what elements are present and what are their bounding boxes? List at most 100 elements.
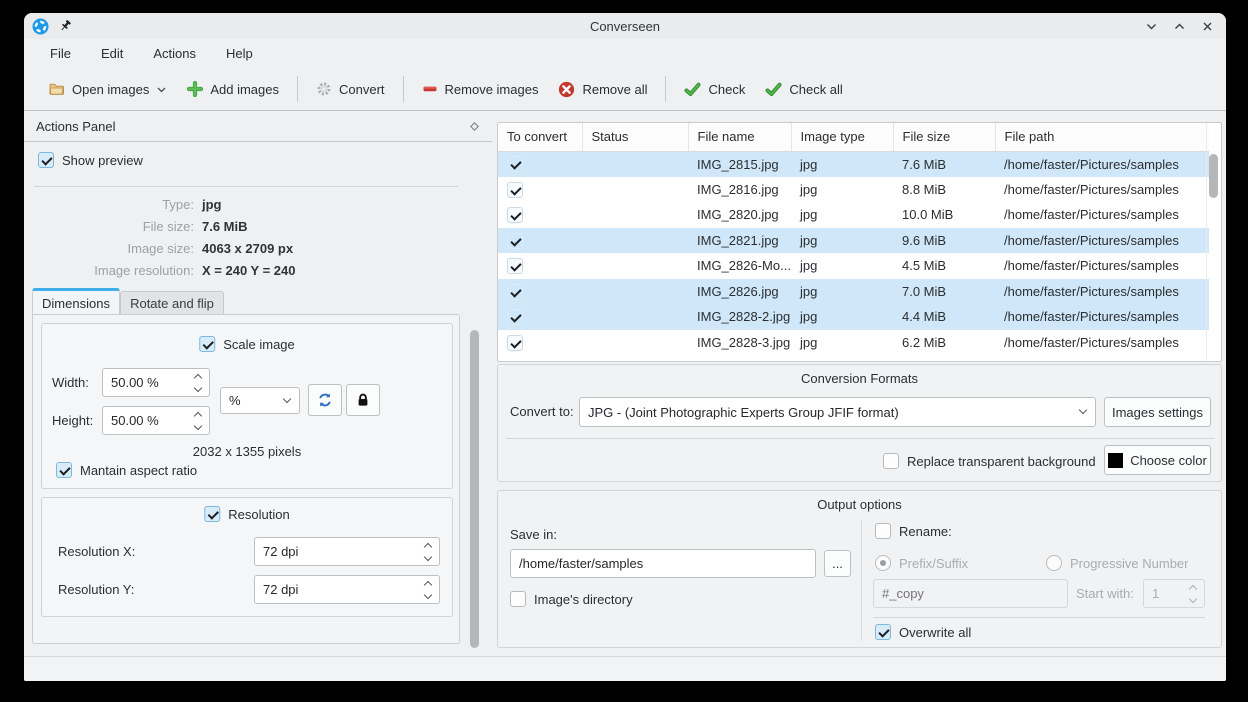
table-row[interactable]: IMG_2828-3.jpgjpg6.2 MiB/home/faster/Pic…	[498, 330, 1209, 356]
lock-aspect-button[interactable]	[346, 384, 380, 416]
col-file-path[interactable]: File path	[995, 123, 1209, 151]
resolution-x-spinbox[interactable]	[254, 537, 440, 566]
format-value: JPG - (Joint Photographic Experts Group …	[588, 405, 899, 420]
status-cell	[582, 151, 688, 177]
scale-image-checkbox[interactable]: Scale image	[199, 336, 295, 352]
maintain-aspect-checkbox[interactable]: Mantain aspect ratio	[56, 462, 197, 478]
browse-button[interactable]: ...	[824, 550, 851, 577]
check-button[interactable]: Check	[674, 76, 755, 103]
table-scrollbar[interactable]	[1209, 154, 1218, 198]
spin-down-icon[interactable]	[193, 421, 201, 429]
check-icon	[684, 82, 701, 97]
row-checkbox[interactable]	[507, 309, 523, 325]
table-row[interactable]: IMG_2821.jpgjpg9.6 MiB/home/faster/Pictu…	[498, 228, 1209, 254]
rename-pattern-field[interactable]	[873, 579, 1068, 608]
col-file-size[interactable]: File size	[893, 123, 995, 151]
maximize-button[interactable]	[1170, 17, 1188, 35]
resolution-x-input[interactable]	[255, 538, 439, 565]
unit-combobox[interactable]: %	[220, 387, 300, 414]
col-status[interactable]: Status	[582, 123, 688, 151]
height-spinbox[interactable]	[102, 406, 210, 435]
file-size-cell: 7.6 MiB	[893, 151, 995, 177]
remove-images-button[interactable]: Remove images	[412, 75, 549, 103]
table-row[interactable]: IMG_2815.jpgjpg7.6 MiB/home/faster/Pictu…	[498, 151, 1209, 177]
table-row[interactable]: IMG_2816.jpgjpg8.8 MiB/home/faster/Pictu…	[498, 177, 1209, 203]
menu-help[interactable]: Help	[226, 46, 253, 61]
resolution-y-spinbox[interactable]	[254, 575, 440, 604]
desktop-background: Converseen File Edit Actions Help Open i…	[0, 0, 1248, 702]
save-path-field[interactable]	[510, 549, 816, 578]
menu-edit[interactable]: Edit	[101, 46, 123, 61]
col-file-name[interactable]: File name	[688, 123, 791, 151]
rename-checkbox[interactable]: Rename:	[875, 523, 952, 539]
row-checkbox[interactable]	[507, 156, 523, 172]
rename-pattern-input[interactable]	[874, 580, 1067, 607]
swap-dimensions-button[interactable]	[308, 384, 342, 416]
spin-down-icon[interactable]	[1188, 594, 1196, 602]
menu-file[interactable]: File	[50, 46, 71, 61]
show-preview-checkbox[interactable]: Show preview	[38, 152, 143, 168]
open-images-button[interactable]: Open images	[38, 75, 177, 103]
spin-up-icon[interactable]	[193, 373, 201, 381]
file-size-value: 7.6 MiB	[202, 219, 464, 234]
choose-color-button[interactable]: Choose color	[1104, 445, 1211, 475]
spin-up-icon[interactable]	[423, 542, 431, 550]
to-convert-cell	[498, 279, 582, 305]
divider	[34, 186, 458, 187]
save-path-input[interactable]	[511, 550, 815, 577]
table-row[interactable]: IMG_2826.jpgjpg7.0 MiB/home/faster/Pictu…	[498, 279, 1209, 305]
width-spinbox[interactable]	[102, 368, 210, 397]
toolbar-separator	[403, 76, 404, 102]
convert-button[interactable]: Convert	[306, 75, 395, 103]
chevron-down-icon	[156, 85, 167, 94]
row-checkbox[interactable]	[507, 233, 523, 249]
spin-up-icon[interactable]	[1188, 584, 1196, 592]
actions-panel-title: Actions Panel	[36, 119, 116, 134]
row-checkbox[interactable]	[507, 284, 523, 300]
row-checkbox[interactable]	[507, 258, 523, 274]
tab-rotate-and-flip[interactable]: Rotate and flip	[120, 291, 224, 315]
to-convert-cell	[498, 177, 582, 203]
titlebar[interactable]: Converseen	[24, 13, 1226, 39]
spin-down-icon[interactable]	[423, 552, 431, 560]
type-label: Type:	[34, 197, 194, 212]
toolbar-separator	[665, 76, 666, 102]
image-type-cell: jpg	[791, 177, 893, 203]
overwrite-all-checkbox[interactable]: Overwrite all	[875, 624, 971, 640]
close-button[interactable]	[1198, 17, 1216, 35]
remove-all-button[interactable]: Remove all	[548, 75, 657, 104]
start-with-spinbox[interactable]	[1143, 579, 1205, 608]
table-row[interactable]: IMG_2820.jpgjpg10.0 MiB/home/faster/Pict…	[498, 202, 1209, 228]
minimize-button[interactable]	[1142, 17, 1160, 35]
row-checkbox[interactable]	[507, 207, 523, 223]
image-type-cell: jpg	[791, 253, 893, 279]
resolution-checkbox[interactable]: Resolution	[204, 506, 289, 522]
replace-background-checkbox[interactable]: Replace transparent background	[883, 453, 1096, 469]
menu-actions[interactable]: Actions	[153, 46, 196, 61]
prefix-suffix-radio[interactable]: Prefix/Suffix	[875, 555, 968, 571]
spin-down-icon[interactable]	[423, 590, 431, 598]
row-checkbox[interactable]	[507, 182, 523, 198]
format-combobox[interactable]: JPG - (Joint Photographic Experts Group …	[579, 397, 1096, 427]
divider	[506, 438, 1215, 439]
table-row[interactable]: IMG_2826-Mo...jpg4.5 MiB/home/faster/Pic…	[498, 253, 1209, 279]
spin-up-icon[interactable]	[423, 580, 431, 588]
col-image-type[interactable]: Image type	[791, 123, 893, 151]
float-panel-button[interactable]	[469, 120, 480, 135]
col-to-convert[interactable]: To convert	[498, 123, 582, 151]
table-row[interactable]: IMG_2828-2.jpgjpg4.4 MiB/home/faster/Pic…	[498, 304, 1209, 330]
images-directory-checkbox[interactable]: Image's directory	[510, 591, 633, 607]
tab-dimensions[interactable]: Dimensions	[32, 288, 120, 315]
resolution-y-input[interactable]	[255, 576, 439, 603]
spin-down-icon[interactable]	[193, 383, 201, 391]
row-checkbox[interactable]	[507, 335, 523, 351]
conversion-formats-group: Conversion Formats Convert to: JPG - (Jo…	[497, 364, 1222, 482]
images-settings-button[interactable]: Images settings	[1104, 397, 1211, 427]
panel-scrollbar[interactable]	[470, 330, 479, 648]
show-preview-label: Show preview	[62, 153, 143, 168]
spin-up-icon[interactable]	[193, 411, 201, 419]
add-images-button[interactable]: Add images	[177, 75, 289, 103]
image-resolution-label: Image resolution:	[34, 263, 194, 278]
progressive-number-radio[interactable]: Progressive Number	[1046, 555, 1189, 571]
check-all-button[interactable]: Check all	[755, 76, 852, 103]
